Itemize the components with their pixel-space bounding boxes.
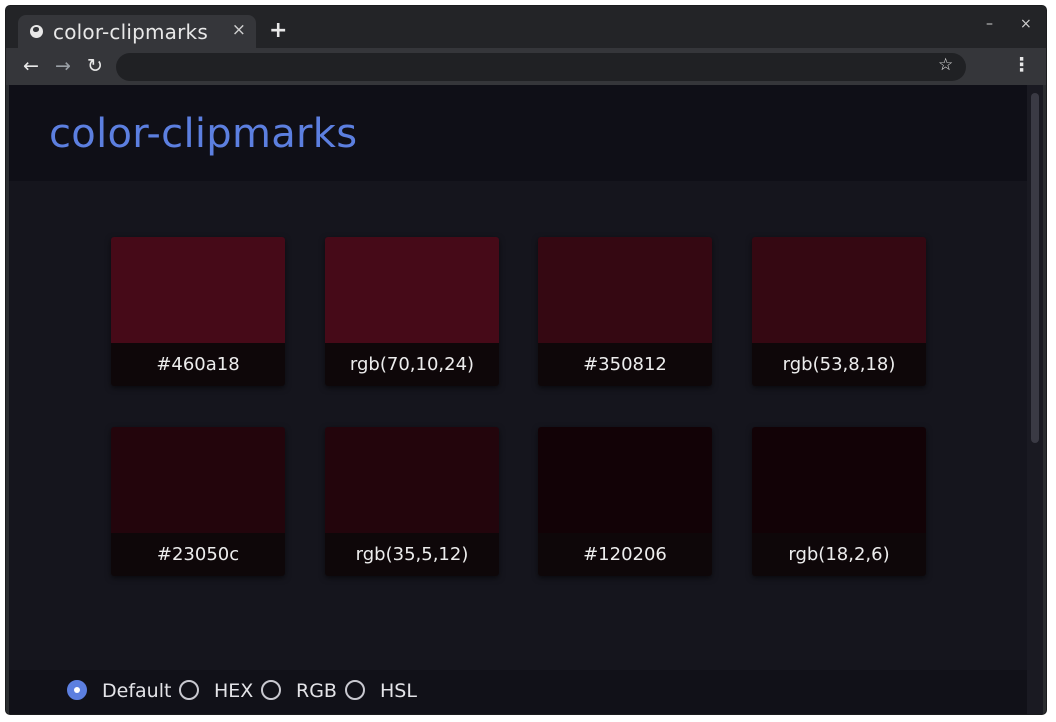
color-value-label: rgb(70,10,24) <box>325 343 499 386</box>
color-card[interactable]: #350812 <box>538 237 712 386</box>
address-bar[interactable] <box>116 53 966 81</box>
radio-label: HEX <box>214 680 254 702</box>
color-card[interactable]: #460a18 <box>111 237 285 386</box>
radio-label: Default <box>102 680 172 702</box>
color-swatch[interactable] <box>538 427 712 533</box>
radio-icon[interactable] <box>179 680 199 700</box>
color-swatch[interactable] <box>752 237 926 343</box>
browser-menu-icon[interactable]: ⋮ <box>1012 54 1031 76</box>
color-card[interactable]: rgb(70,10,24) <box>325 237 499 386</box>
color-value-label: #460a18 <box>111 343 285 386</box>
color-swatch[interactable] <box>111 237 285 343</box>
app-header: color-clipmarks <box>9 85 1027 181</box>
page-title: color-clipmarks <box>49 111 358 157</box>
back-arrow-icon[interactable]: ← <box>19 54 43 78</box>
new-tab-button[interactable]: + <box>269 18 287 43</box>
color-card[interactable]: #23050c <box>111 427 285 576</box>
minimize-button[interactable]: – <box>986 16 993 32</box>
scrollbar-thumb[interactable] <box>1031 93 1039 443</box>
color-card[interactable]: rgb(35,5,12) <box>325 427 499 576</box>
browser-toolbar: ← → ↻ ☆ ⋮ <box>6 48 1046 85</box>
color-swatch[interactable] <box>111 427 285 533</box>
color-value-label: rgb(18,2,6) <box>752 533 926 576</box>
color-value-label: #120206 <box>538 533 712 576</box>
radio-icon[interactable] <box>345 680 365 700</box>
color-swatch[interactable] <box>325 237 499 343</box>
color-swatch[interactable] <box>325 427 499 533</box>
color-value-label: rgb(53,8,18) <box>752 343 926 386</box>
page-viewport: color-clipmarks #460a18 rgb(70,10,24) #3… <box>9 85 1043 714</box>
browser-tab[interactable]: color-clipmarks × <box>18 15 256 48</box>
color-swatch[interactable] <box>752 427 926 533</box>
tab-strip: color-clipmarks × + – × <box>6 6 1046 48</box>
radio-icon[interactable] <box>261 680 281 700</box>
window-close-button[interactable]: × <box>1020 16 1032 32</box>
color-swatch[interactable] <box>538 237 712 343</box>
forward-arrow-icon[interactable]: → <box>51 54 75 78</box>
radio-icon[interactable] <box>67 680 87 700</box>
bookmark-star-icon[interactable]: ☆ <box>938 55 953 75</box>
color-value-label: #23050c <box>111 533 285 576</box>
color-value-label: rgb(35,5,12) <box>325 533 499 576</box>
globe-icon <box>30 25 43 38</box>
color-card[interactable]: #120206 <box>538 427 712 576</box>
tab-close-icon[interactable]: × <box>232 20 246 40</box>
color-card[interactable]: rgb(53,8,18) <box>752 237 926 386</box>
vertical-scrollbar[interactable] <box>1027 85 1043 714</box>
radio-label: RGB <box>296 680 337 702</box>
browser-window: color-clipmarks × + – × ← → ↻ ☆ ⋮ color-… <box>6 6 1046 714</box>
format-footer: Default HEX RGB HSL <box>9 670 1027 714</box>
color-value-label: #350812 <box>538 343 712 386</box>
tab-title: color-clipmarks <box>53 20 208 44</box>
color-card[interactable]: rgb(18,2,6) <box>752 427 926 576</box>
radio-label: HSL <box>380 680 417 702</box>
reload-icon[interactable]: ↻ <box>83 54 107 78</box>
